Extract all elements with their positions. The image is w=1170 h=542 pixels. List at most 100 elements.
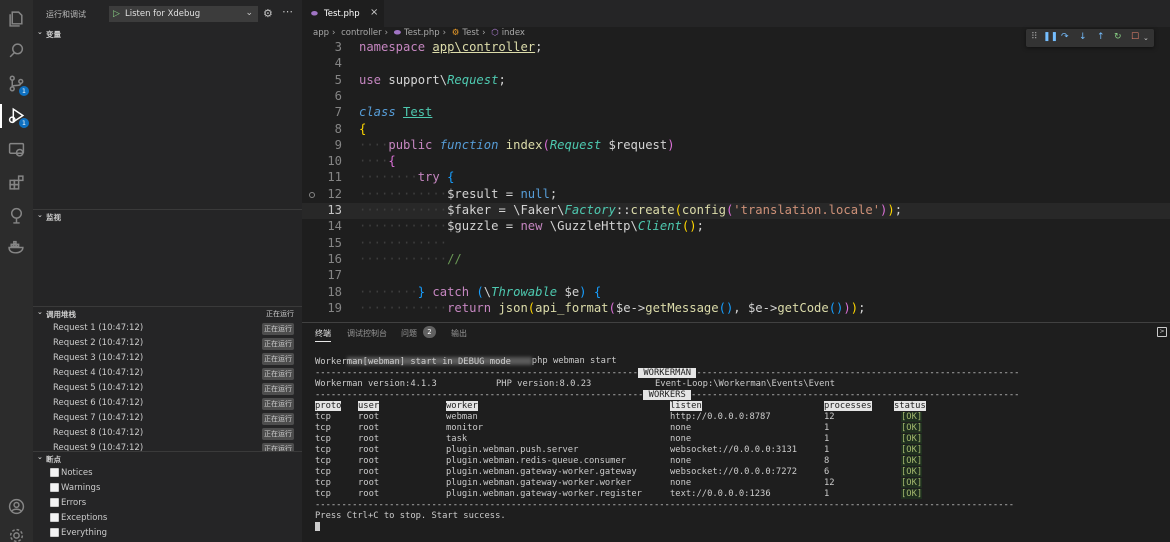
breadcrumb-item[interactable]: index xyxy=(502,28,525,38)
source-control-badge: 1 xyxy=(19,86,29,96)
table-row: tcp root webman http://0.0.0.0:8787 12 [OK] xyxy=(315,412,923,422)
code-line: 10 ····{ xyxy=(327,154,396,169)
checkbox[interactable] xyxy=(50,483,59,492)
class-symbol-icon: ⚙ xyxy=(451,28,460,38)
chevron-right-icon: › xyxy=(384,28,389,38)
debug-sidebar: 运行和调试 ▷ Listen for Xdebug ⌄ ⚙ ⋯ ⌄ 变量 ⌄ 监… xyxy=(33,0,302,542)
terminal-line: Press Ctrl+C to stop. Start success. xyxy=(315,511,506,521)
chevron-right-icon: › xyxy=(482,28,486,38)
terminal-icon[interactable]: > xyxy=(1157,327,1167,337)
code-line: 16 ············// xyxy=(327,251,462,266)
list-item[interactable]: Request 8 (10:47:12) 正在运行 xyxy=(33,426,302,441)
table-row: tcp root plugin.webman.gateway-worker.gate… xyxy=(315,467,923,477)
code-line: 11 ········try { xyxy=(327,170,455,185)
section-breakpoints[interactable]: ⌄ 断点 xyxy=(33,452,302,465)
code-line: 7 class Test xyxy=(334,105,433,120)
tab-terminal[interactable]: 终端 xyxy=(315,328,331,339)
table-row: tcp root plugin.webman.gateway-worker.regi… xyxy=(315,489,923,499)
code-line: 12 ············$result = null; xyxy=(302,187,1170,203)
breakpoint-everything[interactable]: Everything xyxy=(33,526,302,541)
settings-gear-icon[interactable] xyxy=(7,526,26,542)
chevron-down-icon[interactable]: ⌄ xyxy=(245,8,253,18)
terminal-cursor-line xyxy=(315,522,1170,533)
table-row: tcp root monitor none 1 [OK] xyxy=(315,423,923,433)
callstack-status: 正在运行 xyxy=(266,310,294,318)
list-item[interactable]: Request 1 (10:47:12) 正在运行 xyxy=(33,321,302,336)
list-item[interactable]: Request 2 (10:47:12) 正在运行 xyxy=(33,336,302,351)
extensions-icon[interactable] xyxy=(7,173,26,192)
breakpoint-exceptions[interactable]: Exceptions xyxy=(33,511,302,526)
breakpoint-errors[interactable]: Errors xyxy=(33,496,302,511)
checkbox[interactable] xyxy=(50,498,59,507)
checkbox[interactable] xyxy=(50,513,59,522)
source-control-icon[interactable]: 1 xyxy=(7,74,29,96)
callstack-list: Request 1 (10:47:12) 正在运行 Request 2 (10:4… xyxy=(33,321,302,451)
code-line: 5 use support\Request; xyxy=(334,72,506,87)
chevron-down-icon: ⌄ xyxy=(37,211,43,219)
code-line: 3 namespace app\controller; xyxy=(334,40,543,54)
terminal-line: ----------------------------------------… xyxy=(315,500,1015,510)
active-tab-underline xyxy=(315,341,331,342)
list-item[interactable]: Request 6 (10:47:12) 正在运行 xyxy=(33,396,302,411)
debug-badge: 1 xyxy=(19,118,29,128)
terminal-line: ----------------------------------------… xyxy=(315,390,1020,400)
table-row: tcp root plugin.webman.push.server websocke… xyxy=(315,445,923,455)
more-actions-icon[interactable]: ⋯ xyxy=(282,5,293,18)
section-callstack[interactable]: ⌄ 调用堆栈 正在运行 xyxy=(33,307,302,320)
code-line-current: 13 ············$faker = \Faker\Factory::c… xyxy=(302,203,1170,220)
launch-config-select[interactable]: ▷ Listen for Xdebug ⌄ xyxy=(109,6,258,22)
checkbox[interactable] xyxy=(50,468,59,477)
chevron-right-icon: › xyxy=(442,28,447,38)
breadcrumb-item[interactable]: controller xyxy=(341,28,382,38)
checkbox[interactable] xyxy=(50,528,59,537)
list-item[interactable]: Request 7 (10:47:12) 正在运行 xyxy=(33,411,302,426)
breakpoint-warnings[interactable]: Warnings xyxy=(33,481,302,496)
remote-explorer-icon[interactable] xyxy=(7,140,26,159)
search-icon[interactable] xyxy=(7,41,26,60)
terminal-line: Workerman version:4.1.3 PHP version:8.0.… xyxy=(315,379,836,389)
table-row: tcp root plugin.webman.redis-queue.consume… xyxy=(315,456,923,466)
list-item[interactable]: Request 5 (10:47:12) 正在运行 xyxy=(33,381,302,396)
php-file-icon: ⬬ xyxy=(393,28,402,38)
code-line: 14 ············$guzzle = new \GuzzleHttp\… xyxy=(327,219,704,234)
gear-icon[interactable]: ⚙ xyxy=(263,7,273,20)
tab-debug-console[interactable]: 调试控制台 xyxy=(347,328,387,339)
breakpoint-notices[interactable]: Notices xyxy=(33,466,302,481)
code-editor[interactable]: 3 namespace app\controller; 4 5 use suppor… xyxy=(302,40,1170,322)
breadcrumb-item[interactable]: Test xyxy=(462,28,479,38)
tree-icon[interactable] xyxy=(7,206,26,225)
tab-test-php[interactable]: ⬬ Test.php × xyxy=(302,0,384,27)
terminal-table-header: proto user worker listen processes statu… xyxy=(315,401,926,411)
php-file-icon: ⬬ xyxy=(311,9,318,18)
account-icon[interactable] xyxy=(7,497,26,516)
tab-output[interactable]: 输出 xyxy=(451,328,467,339)
list-item[interactable]: Request 3 (10:47:12) 正在运行 xyxy=(33,351,302,366)
start-debug-play-icon[interactable]: ▷ xyxy=(113,9,120,19)
docker-icon[interactable] xyxy=(7,238,26,257)
section-variables[interactable]: ⌄ 变量 xyxy=(33,27,302,40)
panel-tabs: 终端 调试控制台 问题 2 输出 > xyxy=(302,323,1170,343)
terminal-line: php webman start xyxy=(315,346,1170,366)
editor-area: ⬬ Test.php × app › controller › ⬬ Test.php ›… xyxy=(302,0,1170,322)
method-symbol-icon: ⬡ xyxy=(491,28,499,38)
problems-badge: 2 xyxy=(423,326,436,338)
explorer-icon[interactable] xyxy=(7,9,26,28)
breadcrumb: app › controller › ⬬ Test.php › ⚙ Test › ⬡ inde… xyxy=(313,28,528,40)
section-watch[interactable]: ⌄ 监视 xyxy=(33,210,302,223)
code-line: 8{ xyxy=(334,121,367,136)
bottom-panel: 终端 调试控制台 问题 2 输出 > php webman start Work… xyxy=(302,322,1170,542)
code-line: 17 xyxy=(327,268,342,283)
launch-config-label: Listen for Xdebug xyxy=(125,9,201,19)
chevron-down-icon: ⌄ xyxy=(37,453,43,461)
tab-problems[interactable]: 问题 xyxy=(401,328,417,339)
code-line: 9 ····public function index(Request $requ… xyxy=(334,137,675,152)
chevron-down-icon: ⌄ xyxy=(37,28,43,36)
breadcrumb-item[interactable]: Test.php xyxy=(404,28,440,38)
breadcrumb-item[interactable]: app xyxy=(313,28,329,38)
editor-tabs: ⬬ Test.php × xyxy=(302,0,1170,27)
list-item[interactable]: Request 4 (10:47:12) 正在运行 xyxy=(33,366,302,381)
close-icon[interactable]: × xyxy=(370,7,378,18)
run-debug-icon[interactable]: 1 xyxy=(7,106,29,128)
table-row: tcp root plugin.webman.gateway-worker.work… xyxy=(315,478,923,488)
list-item[interactable]: Request 9 (10:47:12) 正在运行 xyxy=(33,441,302,451)
